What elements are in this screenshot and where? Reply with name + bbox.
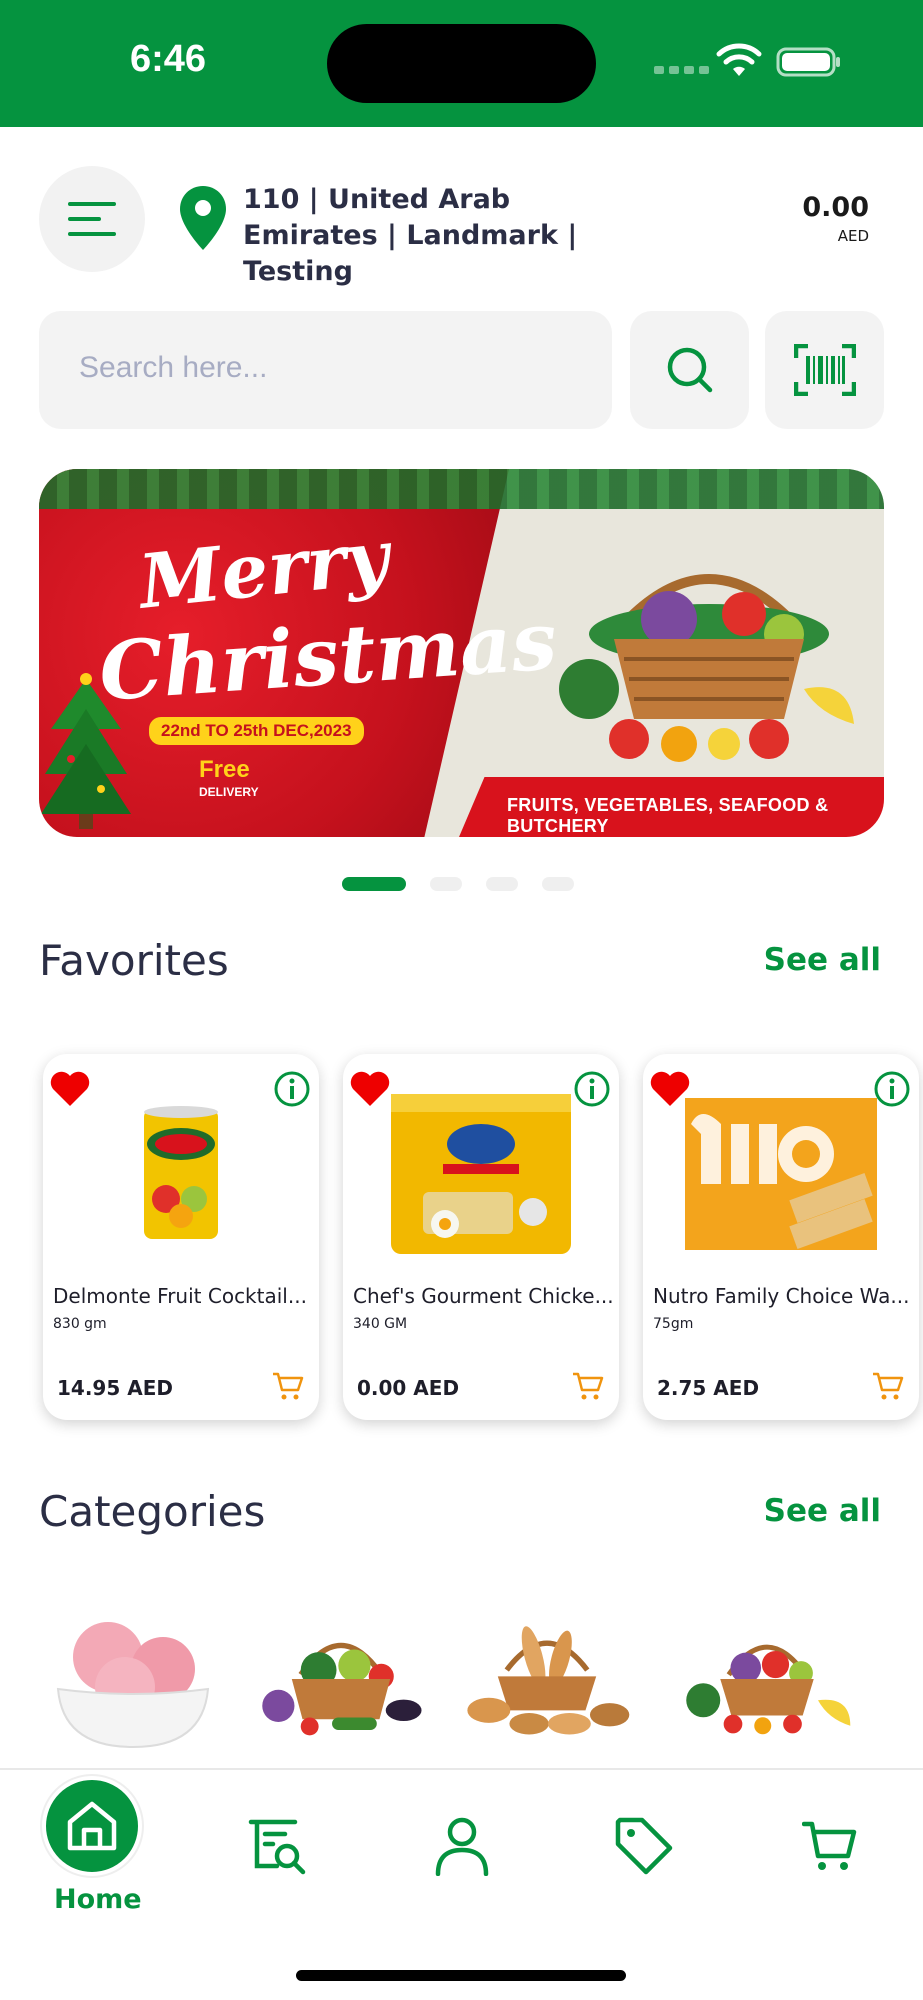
category-fruits[interactable]: [682, 1604, 852, 1754]
cart-icon: [802, 1821, 857, 1870]
product-price: 14.95 AED: [57, 1376, 173, 1400]
product-image: [81, 1084, 281, 1264]
product-price: 2.75 AED: [657, 1376, 760, 1400]
search-button[interactable]: [630, 311, 749, 429]
search-input[interactable]: [79, 351, 579, 385]
product-card[interactable]: Chef's Gourment Chicke... 340 GM 0.00 AE…: [343, 1054, 619, 1420]
categories-title: Categories: [39, 1487, 266, 1536]
profile-icon: [435, 1817, 489, 1876]
add-to-cart-icon[interactable]: [271, 1370, 305, 1402]
ice-cream-image: [56, 1621, 210, 1748]
product-card[interactable]: Delmonte Fruit Cocktail... 830 gm 14.95 …: [43, 1054, 319, 1420]
fruit-basket-image: [686, 1644, 851, 1735]
categories-see-all-link[interactable]: See all: [764, 1493, 881, 1529]
product-price: 0.00 AED: [357, 1376, 460, 1400]
category-vegetables[interactable]: [256, 1604, 426, 1754]
bread-basket-image: [467, 1626, 630, 1735]
status-bar: 6:46: [0, 0, 923, 127]
banner-garland: [39, 469, 884, 509]
favorites-title: Favorites: [39, 936, 229, 985]
status-time: 6:46: [130, 38, 207, 80]
nav-home-label[interactable]: Home: [54, 1884, 142, 1915]
barcode-scan-icon: [793, 344, 856, 396]
balance-currency: AED: [837, 227, 869, 245]
favorites-see-all-link[interactable]: See all: [764, 942, 881, 978]
search-list-icon: [248, 1819, 306, 1875]
add-to-cart-icon[interactable]: [571, 1370, 605, 1402]
nav-cart-button[interactable]: [800, 1816, 860, 1876]
banner-date: 22nd TO 25th DEC,2023: [149, 717, 364, 745]
wifi-icon: [716, 43, 762, 76]
product-size: 340 GM: [353, 1316, 408, 1332]
banner-free-delivery: Free DELIVERY: [199, 756, 259, 803]
product-name: Delmonte Fruit Cocktail...: [53, 1284, 307, 1308]
home-indicator[interactable]: [296, 1970, 626, 1981]
product-image: [381, 1084, 581, 1264]
signal-icon: [654, 66, 709, 74]
fruit-basket-image: [559, 574, 854, 762]
nav-search-list-button[interactable]: [247, 1816, 307, 1876]
wallet-balance[interactable]: 0.00 AED: [802, 192, 869, 245]
add-to-cart-icon[interactable]: [871, 1370, 905, 1402]
nav-home-button[interactable]: [42, 1776, 142, 1876]
product-name: Chef's Gourment Chicke...: [353, 1284, 614, 1308]
menu-button[interactable]: [39, 166, 145, 272]
search-box[interactable]: [39, 311, 612, 429]
search-icon: [667, 347, 712, 393]
category-bakery[interactable]: [462, 1604, 632, 1754]
nav-profile-button[interactable]: [432, 1816, 492, 1876]
nav-offers-button[interactable]: [614, 1816, 674, 1876]
dynamic-island: [327, 24, 596, 103]
product-size: 830 gm: [53, 1316, 107, 1332]
product-card[interactable]: Nutro Family Choice Wa... 75gm 2.75 AED: [643, 1054, 919, 1420]
carousel-dot[interactable]: [342, 877, 406, 891]
carousel-dot[interactable]: [430, 877, 462, 891]
hamburger-icon: [68, 202, 116, 236]
balance-amount: 0.00: [802, 192, 869, 223]
vegetable-basket-image: [262, 1642, 422, 1736]
banner-free-label: Free: [199, 756, 250, 783]
carousel-dot[interactable]: [542, 877, 574, 891]
carousel-dots[interactable]: [342, 877, 574, 891]
home-icon: [67, 1801, 117, 1851]
barcode-scan-button[interactable]: [765, 311, 884, 429]
product-name: Nutro Family Choice Wa...: [653, 1284, 910, 1308]
category-ice-cream[interactable]: [48, 1604, 218, 1754]
location-pin-icon[interactable]: [178, 184, 228, 252]
product-size: 75gm: [653, 1316, 694, 1332]
offers-tag-icon: [615, 1817, 673, 1875]
promo-banner[interactable]: Merry Christmas 22nd TO 25th DEC,2023 Fr…: [39, 469, 884, 837]
product-image: [681, 1084, 881, 1264]
christmas-tree-image: [41, 673, 131, 829]
banner-strip-text: FRUITS, VEGETABLES, SEAFOOD & BUTCHERY: [507, 795, 829, 836]
banner-delivery-label: DELIVERY: [199, 785, 259, 799]
delivery-address[interactable]: 110 | United Arab Emirates | Landmark | …: [243, 182, 643, 290]
battery-icon: [776, 47, 840, 77]
carousel-dot[interactable]: [486, 877, 518, 891]
